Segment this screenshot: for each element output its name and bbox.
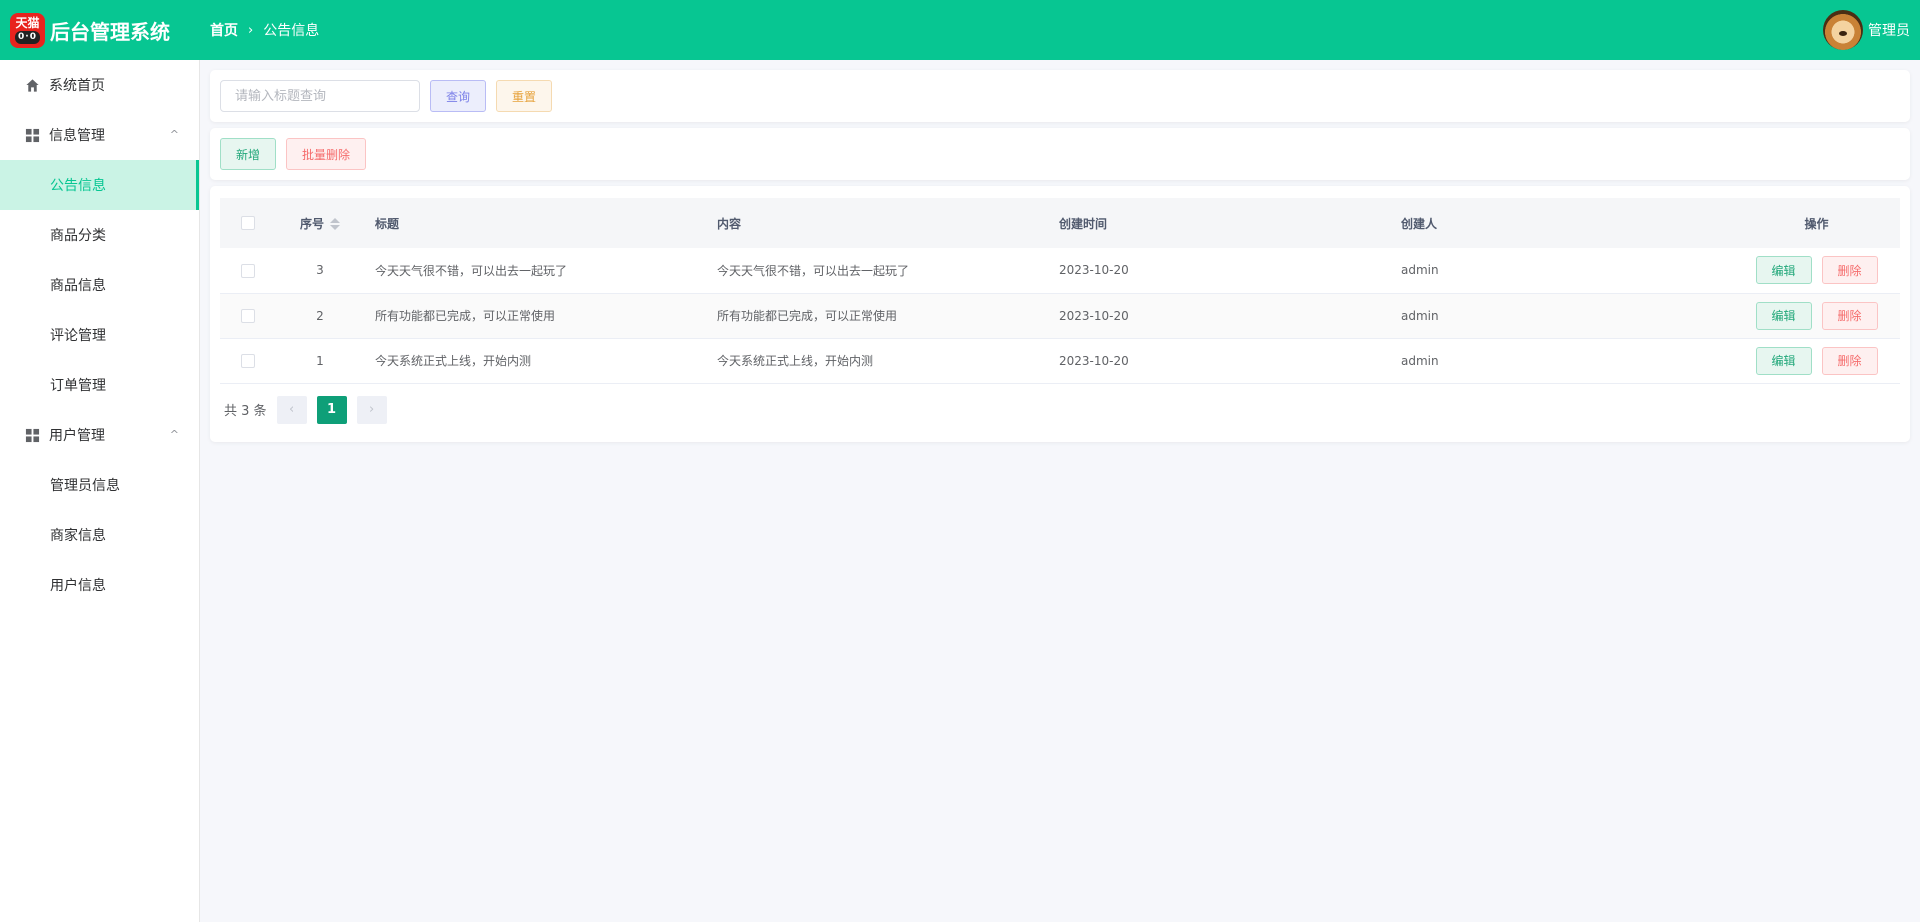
sidebar-item-label: 系统首页: [49, 78, 105, 94]
sidebar-item-user-management[interactable]: 用户管理 ^: [0, 410, 199, 460]
toolbar: 新增 批量删除: [210, 128, 1910, 180]
cell-content: 所有功能都已完成，可以正常使用: [717, 309, 898, 323]
edit-button[interactable]: 编辑: [1755, 346, 1812, 375]
sidebar: 系统首页 信息管理 ^ 公告信息 商品分类 商品信息 评论管理 订单管理 用户管…: [0, 60, 200, 922]
cell-creator: admin: [1401, 263, 1439, 278]
cell-index: 2: [316, 308, 324, 323]
sort-icon[interactable]: [330, 218, 340, 230]
delete-button[interactable]: 删除: [1821, 256, 1878, 285]
search-input[interactable]: [220, 80, 420, 112]
delete-button[interactable]: 删除: [1821, 346, 1878, 375]
next-page-icon[interactable]: ›: [356, 395, 387, 424]
column-header-title: 标题: [375, 216, 400, 231]
sidebar-item-merchant-info[interactable]: 商家信息: [0, 510, 199, 560]
breadcrumb: 首页 › 公告信息: [210, 20, 319, 40]
top-header: 天猫 0·0 后台管理系统 首页 › 公告信息 管理员: [0, 0, 1920, 60]
cell-title: 今天天气很不错，可以出去一起玩了: [375, 263, 568, 278]
breadcrumb-home[interactable]: 首页: [210, 20, 238, 40]
user-name[interactable]: 管理员: [1868, 20, 1910, 40]
column-header-created-time: 创建时间: [1059, 216, 1108, 231]
cell-index: 1: [316, 353, 324, 368]
edit-button[interactable]: 编辑: [1755, 301, 1812, 330]
row-checkbox[interactable]: [240, 263, 255, 278]
search-bar: 查询 重置: [210, 70, 1910, 122]
breadcrumb-separator-icon: ›: [248, 22, 254, 38]
add-button[interactable]: 新增: [220, 138, 276, 170]
breadcrumb-current: 公告信息: [263, 23, 320, 39]
column-header-actions: 操作: [1804, 216, 1829, 231]
cell-title: 今天系统正式上线，开始内测: [375, 354, 532, 368]
page-number-button[interactable]: 1: [316, 395, 347, 424]
app-title: 后台管理系统: [50, 19, 170, 44]
column-header-content: 内容: [717, 216, 742, 231]
table-row: 3 今天天气很不错，可以出去一起玩了 今天天气很不错，可以出去一起玩了 2023…: [220, 248, 1900, 293]
column-header-creator: 创建人: [1401, 216, 1438, 231]
chevron-up-icon[interactable]: ^: [170, 428, 179, 441]
sidebar-item-label: 用户管理: [49, 428, 105, 444]
table-header-row: 序号 标题 内容 创建时间 创建人 操作: [220, 198, 1900, 248]
grid-icon: [25, 128, 40, 143]
cell-index: 3: [316, 263, 324, 278]
prev-page-icon[interactable]: ‹: [276, 395, 307, 424]
pagination: 共 3 条 ‹ 1 ›: [220, 395, 1900, 424]
avatar-shiba-icon[interactable]: [1823, 10, 1863, 50]
sidebar-item-user-info[interactable]: 用户信息: [0, 560, 199, 610]
column-header-index[interactable]: 序号: [275, 198, 365, 248]
batch-delete-button[interactable]: 批量删除: [286, 138, 366, 170]
notice-table: 序号 标题 内容 创建时间 创建人 操作 3 今天天气很不错，可以出去一起玩了 …: [220, 198, 1900, 384]
sidebar-item-order[interactable]: 订单管理: [0, 360, 199, 410]
row-checkbox[interactable]: [240, 308, 255, 323]
cell-content: 今天系统正式上线，开始内测: [717, 354, 874, 368]
table-row: 1 今天系统正式上线，开始内测 今天系统正式上线，开始内测 2023-10-20…: [220, 338, 1900, 383]
reset-button[interactable]: 重置: [496, 80, 552, 112]
edit-button[interactable]: 编辑: [1755, 256, 1812, 285]
cell-created-time: 2023-10-20: [1059, 353, 1129, 368]
sidebar-item-product-category[interactable]: 商品分类: [0, 210, 199, 260]
query-button[interactable]: 查询: [430, 80, 486, 112]
grid-icon: [25, 428, 40, 443]
table-card: 序号 标题 内容 创建时间 创建人 操作 3 今天天气很不错，可以出去一起玩了 …: [210, 186, 1910, 442]
cell-creator: admin: [1401, 353, 1439, 368]
sidebar-item-product-info[interactable]: 商品信息: [0, 260, 199, 310]
sidebar-item-comment[interactable]: 评论管理: [0, 310, 199, 360]
sidebar-item-home[interactable]: 系统首页: [0, 60, 199, 110]
home-icon: [25, 78, 40, 93]
logo[interactable]: 天猫 0·0 后台管理系统: [0, 12, 210, 48]
cell-created-time: 2023-10-20: [1059, 308, 1129, 323]
cell-title: 所有功能都已完成，可以正常使用: [375, 309, 556, 323]
cell-created-time: 2023-10-20: [1059, 263, 1129, 278]
tmall-logo-icon: 天猫 0·0: [10, 12, 45, 48]
cell-content: 今天天气很不错，可以出去一起玩了: [717, 263, 910, 278]
cell-creator: admin: [1401, 308, 1439, 323]
sidebar-item-label: 信息管理: [49, 128, 105, 144]
pagination-total: 共 3 条: [224, 404, 267, 419]
row-checkbox[interactable]: [240, 353, 255, 368]
sidebar-item-admin-info[interactable]: 管理员信息: [0, 460, 199, 510]
sidebar-item-notice[interactable]: 公告信息: [0, 160, 199, 210]
select-all-checkbox[interactable]: [240, 216, 255, 231]
user-menu[interactable]: 管理员: [1823, 10, 1910, 50]
chevron-up-icon[interactable]: ^: [170, 128, 179, 141]
sidebar-item-info-management[interactable]: 信息管理 ^: [0, 110, 199, 160]
table-row: 2 所有功能都已完成，可以正常使用 所有功能都已完成，可以正常使用 2023-1…: [220, 293, 1900, 338]
delete-button[interactable]: 删除: [1821, 301, 1878, 330]
